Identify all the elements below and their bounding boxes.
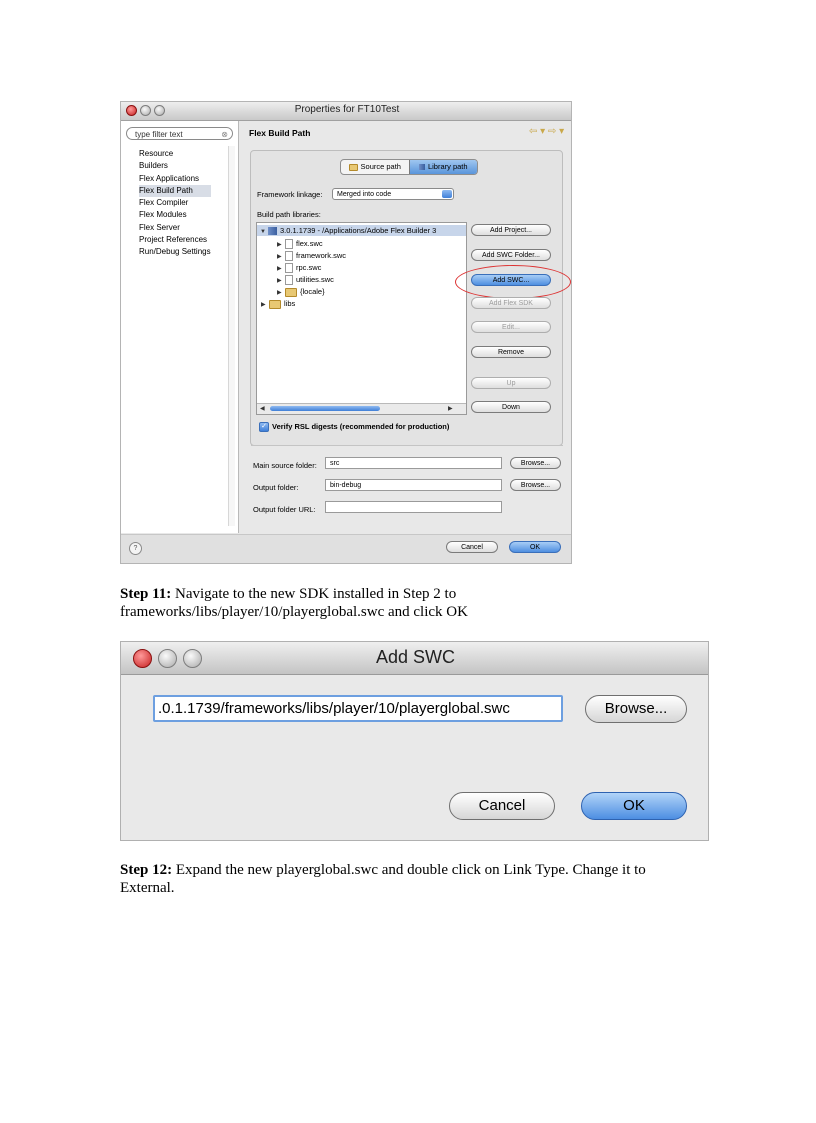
nav-item-builders[interactable]: Builders bbox=[139, 160, 211, 172]
tree-label: framework.swc bbox=[296, 251, 347, 260]
select-arrows-icon bbox=[442, 190, 452, 198]
framework-linkage-select[interactable]: Merged into code bbox=[332, 188, 454, 200]
main-source-folder-field[interactable]: src bbox=[325, 457, 502, 469]
tree-label: {locale} bbox=[300, 287, 325, 296]
edit-button[interactable]: Edit... bbox=[471, 321, 551, 333]
scroll-left-icon[interactable]: ◀ bbox=[260, 404, 265, 414]
verify-rsl-label: Verify RSL digests (recommended for prod… bbox=[272, 422, 450, 431]
tab-library-path[interactable]: Library path bbox=[408, 160, 477, 174]
add-swc-titlebar: Add SWC bbox=[121, 642, 708, 675]
add-flex-sdk-button[interactable]: Add Flex SDK bbox=[471, 297, 551, 309]
tree-row-framework-swc[interactable]: ▶ framework.swc bbox=[257, 250, 347, 262]
step-12-paragraph: Step 12: Expand the new playerglobal.swc… bbox=[120, 861, 695, 897]
main-source-folder-label: Main source folder: bbox=[253, 461, 317, 470]
nav-item-resource[interactable]: Resource bbox=[139, 148, 211, 160]
ok-button[interactable]: OK bbox=[581, 792, 687, 820]
add-swc-dialog: Add SWC .0.1.1739/frameworks/libs/player… bbox=[120, 641, 709, 841]
tree-row-sdk[interactable]: ▼ 3.0.1.1739 - /Applications/Adobe Flex B… bbox=[257, 225, 466, 238]
swc-path-input[interactable]: .0.1.1739/frameworks/libs/player/10/play… bbox=[153, 695, 563, 722]
properties-nav-panel: type filter text ⊗ Resource Builders Fle… bbox=[121, 121, 239, 533]
tree-label: utilities.swc bbox=[296, 275, 334, 284]
down-button[interactable]: Down bbox=[471, 401, 551, 413]
filter-placeholder: type filter text bbox=[135, 130, 183, 139]
remove-button[interactable]: Remove bbox=[471, 346, 551, 358]
step-11-text: Navigate to the new SDK installed in Ste… bbox=[120, 586, 468, 620]
tree-label: libs bbox=[284, 299, 296, 308]
build-path-tree: ▼ 3.0.1.1739 - /Applications/Adobe Flex B… bbox=[256, 222, 467, 415]
nav-item-flex-applications[interactable]: Flex Applications bbox=[139, 173, 211, 185]
nav-scrollbar[interactable] bbox=[228, 146, 235, 526]
filter-input[interactable]: type filter text ⊗ bbox=[126, 127, 233, 140]
cancel-button[interactable]: Cancel bbox=[449, 792, 555, 820]
tree-row-libs[interactable]: ▶ libs bbox=[257, 298, 295, 309]
tab-source-path[interactable]: Source path bbox=[341, 160, 409, 174]
separator bbox=[251, 445, 563, 446]
panel-title: Flex Build Path bbox=[249, 128, 311, 138]
tree-row-utilities-swc[interactable]: ▶ utilities.swc bbox=[257, 274, 334, 286]
library-icon bbox=[418, 164, 425, 171]
nav-item-run-debug-settings[interactable]: Run/Debug Settings bbox=[139, 246, 211, 258]
history-arrows-icon[interactable]: ⇦ ▾ ⇨ ▾ bbox=[529, 126, 564, 137]
dialog-title: Add SWC bbox=[375, 647, 456, 667]
scrollbar-thumb[interactable] bbox=[270, 406, 380, 411]
output-folder-label: Output folder: bbox=[253, 483, 299, 492]
step-11-label: Step 11: bbox=[120, 586, 172, 602]
add-swc-folder-button[interactable]: Add SWC Folder... bbox=[471, 249, 551, 261]
folder-icon bbox=[269, 299, 281, 309]
tree-label: rpc.swc bbox=[296, 263, 322, 272]
step-11-paragraph: Step 11: Navigate to the new SDK install… bbox=[120, 585, 700, 621]
nav-item-flex-compiler[interactable]: Flex Compiler bbox=[139, 197, 211, 209]
path-tab-control: Source path Library path bbox=[340, 159, 478, 175]
framework-linkage-value: Merged into code bbox=[337, 191, 392, 198]
dialog-button-bar bbox=[121, 534, 571, 563]
step-12-label: Step 12: bbox=[120, 862, 173, 878]
browse-main-source-button[interactable]: Browse... bbox=[510, 457, 561, 469]
step-12-text: Expand the new playerglobal.swc and doub… bbox=[120, 862, 646, 896]
expanded-triangle-icon[interactable]: ▼ bbox=[260, 227, 268, 238]
file-icon bbox=[285, 239, 293, 250]
nav-item-flex-server[interactable]: Flex Server bbox=[139, 222, 211, 234]
properties-titlebar: Properties for FT10Test bbox=[121, 102, 571, 121]
file-icon bbox=[285, 251, 293, 262]
nav-item-flex-modules[interactable]: Flex Modules bbox=[139, 209, 211, 221]
browse-button[interactable]: Browse... bbox=[585, 695, 687, 723]
nav-item-project-references[interactable]: Project References bbox=[139, 234, 211, 246]
verify-rsl-checkbox[interactable]: ✓ bbox=[259, 422, 269, 432]
nav-list: Resource Builders Flex Applications Flex… bbox=[139, 148, 211, 259]
folder-icon bbox=[348, 163, 358, 171]
output-folder-url-field[interactable] bbox=[325, 501, 502, 513]
tree-horizontal-scrollbar[interactable]: ◀ ▶ bbox=[257, 403, 466, 414]
properties-window: Properties for FT10Test type filter text… bbox=[120, 101, 572, 564]
window-title: Properties for FT10Test bbox=[294, 104, 400, 115]
build-path-label: Build path libraries: bbox=[257, 210, 321, 219]
output-folder-url-label: Output folder URL: bbox=[253, 505, 316, 514]
ok-button[interactable]: OK bbox=[509, 541, 561, 553]
library-icon bbox=[268, 227, 277, 236]
cancel-button[interactable]: Cancel bbox=[446, 541, 498, 553]
tree-label: flex.swc bbox=[296, 239, 323, 248]
output-folder-field[interactable]: bin-debug bbox=[325, 479, 502, 491]
add-project-button[interactable]: Add Project... bbox=[471, 224, 551, 236]
help-icon[interactable]: ? bbox=[129, 542, 142, 555]
browse-output-folder-button[interactable]: Browse... bbox=[510, 479, 561, 491]
highlight-circle bbox=[455, 265, 571, 299]
scroll-right-icon[interactable]: ▶ bbox=[448, 404, 453, 414]
tree-row-rpc-swc[interactable]: ▶ rpc.swc bbox=[257, 262, 322, 274]
folder-icon bbox=[285, 287, 297, 297]
up-button[interactable]: Up bbox=[471, 377, 551, 389]
file-icon bbox=[285, 263, 293, 274]
tree-row-flex-swc[interactable]: ▶ flex.swc bbox=[257, 238, 323, 250]
nav-item-flex-build-path[interactable]: Flex Build Path bbox=[139, 184, 211, 198]
tree-row-locale[interactable]: ▶ {locale} bbox=[257, 286, 325, 297]
clear-filter-icon[interactable]: ⊗ bbox=[221, 128, 228, 141]
tree-label: 3.0.1.1739 - /Applications/Adobe Flex Bu… bbox=[280, 226, 437, 235]
collapsed-triangle-icon[interactable]: ▶ bbox=[261, 300, 269, 311]
file-icon bbox=[285, 275, 293, 286]
framework-linkage-label: Framework linkage: bbox=[257, 190, 323, 199]
